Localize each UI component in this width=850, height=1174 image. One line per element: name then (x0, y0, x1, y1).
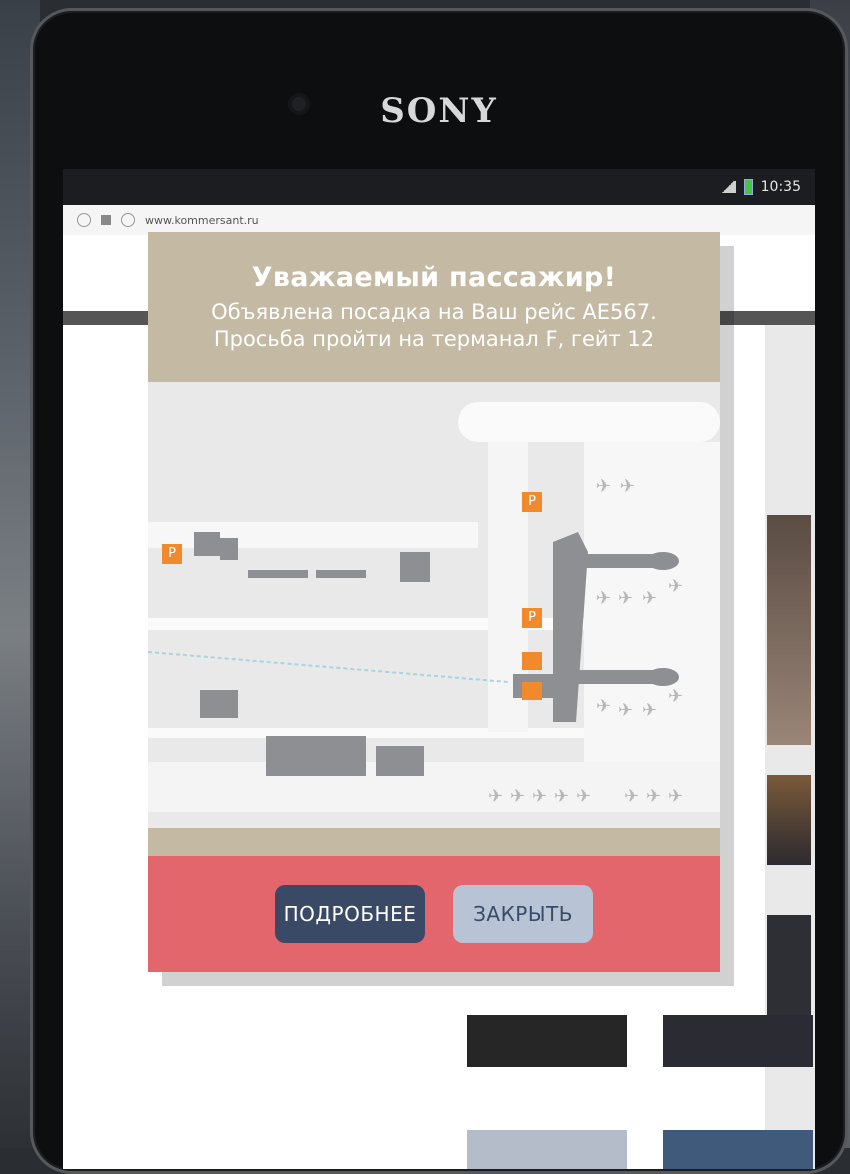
airport-terminal-map: ✈ ✈ ✈ ✈ ✈ ✈ ✈ ✈ ✈ ✈ ✈ ✈ ✈ ✈ ✈ ✈ ✈ ✈ P P P (148, 382, 720, 828)
news-image (467, 1015, 627, 1067)
modal-message-line2: Просьба пройти на терманал F, гейт 12 (213, 327, 655, 351)
svg-text:✈: ✈ (620, 476, 635, 497)
battery-icon (743, 179, 753, 195)
parking-icon: P (522, 608, 542, 628)
svg-text:✈: ✈ (596, 476, 611, 497)
status-bar: 10:35 (63, 169, 815, 205)
svg-text:✈: ✈ (642, 700, 657, 721)
phone-brand-logo: SONY (380, 91, 498, 131)
signal-icon (719, 181, 736, 193)
svg-text:✈: ✈ (646, 786, 661, 807)
close-button[interactable]: ЗАКРЫТЬ (453, 885, 593, 943)
svg-text:✈: ✈ (596, 588, 611, 609)
url-text[interactable]: www.kommersant.ru (145, 214, 259, 227)
more-details-button[interactable]: ПОДРОБНЕЕ (275, 885, 425, 943)
modal-message-line1: Объявлена посадка на Ваш рейс AE567. (211, 300, 657, 324)
svg-text:✈: ✈ (618, 588, 633, 609)
news-image (767, 775, 811, 865)
news-image (467, 1130, 627, 1169)
svg-text:✈: ✈ (668, 686, 683, 707)
globe-icon (121, 213, 135, 227)
parking-icon: P (162, 544, 182, 564)
terminal-map-graphic: ✈ ✈ ✈ ✈ ✈ ✈ ✈ ✈ ✈ ✈ ✈ ✈ ✈ ✈ ✈ ✈ ✈ ✈ (148, 382, 720, 828)
tabs-icon[interactable] (101, 215, 111, 225)
modal-title: Уважаемый пассажир! (251, 262, 617, 293)
modal-footer: ПОДРОБНЕЕ ЗАКРЫТЬ (148, 856, 720, 972)
parking-icon: P (522, 492, 542, 512)
boarding-notification-modal: Уважаемый пассажир! Объявлена посадка на… (148, 232, 720, 972)
svg-text:✈: ✈ (596, 696, 611, 717)
svg-text:✈: ✈ (668, 786, 683, 807)
news-image (663, 1015, 813, 1067)
modal-divider-strip (148, 828, 720, 856)
svg-text:✈: ✈ (532, 786, 547, 807)
modal-header: Уважаемый пассажир! Объявлена посадка на… (148, 232, 720, 382)
news-image (767, 515, 811, 745)
status-time: 10:35 (760, 179, 801, 195)
svg-text:✈: ✈ (576, 786, 591, 807)
svg-text:✈: ✈ (642, 588, 657, 609)
svg-text:✈: ✈ (668, 576, 683, 597)
back-icon[interactable] (77, 213, 91, 227)
news-image (663, 1130, 813, 1169)
svg-text:✈: ✈ (618, 700, 633, 721)
svg-text:✈: ✈ (624, 786, 639, 807)
svg-text:✈: ✈ (554, 786, 569, 807)
svg-text:✈: ✈ (488, 786, 503, 807)
svg-text:✈: ✈ (510, 786, 525, 807)
